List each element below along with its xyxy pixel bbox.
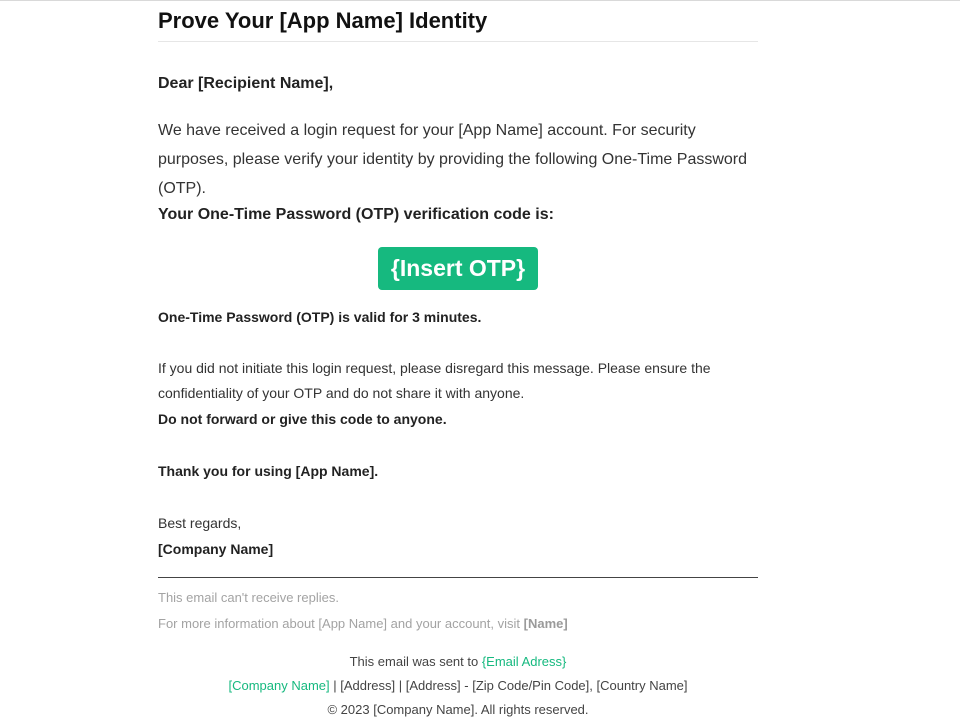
sent-to-line: This email was sent to {Email Adress} [158,654,758,669]
otp-validity-note: One-Time Password (OTP) is valid for 3 m… [158,309,482,325]
copyright-line: © 2023 [Company Name]. All rights reserv… [327,702,589,717]
company-address-line: [Company Name] | [Address] | [Address] -… [158,678,758,693]
company-name-link[interactable]: [Company Name] [228,678,329,693]
intro-paragraph: We have received a login request for you… [158,122,748,197]
recipient-email-link[interactable]: {Email Adress} [482,654,567,669]
more-info-link[interactable]: [Name] [524,616,568,631]
footer-divider [158,577,758,578]
more-info-line: For more information about [App Name] an… [158,616,568,631]
thanks-line: Thank you for using [App Name]. [158,463,379,479]
company-signature: [Company Name] [158,541,274,557]
address-text: | [Address] | [Address] - [Zip Code/Pin … [329,678,688,693]
no-reply-note: This email can't receive replies. [158,590,339,605]
top-border [0,0,960,1]
greeting: Dear [Recipient Name], [158,75,334,92]
email-title: Prove Your [App Name] Identity [158,8,488,33]
title-divider [158,41,758,42]
more-info-text: For more information about [App Name] an… [158,616,524,631]
otp-code-label: Your One-Time Password (OTP) verificatio… [158,206,554,223]
otp-code-box[interactable]: {Insert OTP} [378,247,538,290]
disclaimer-paragraph: If you did not initiate this login reque… [158,360,711,401]
no-forward-warning: Do not forward or give this code to anyo… [158,411,447,427]
regards-line: Best regards, [158,515,242,531]
sent-to-text: This email was sent to [349,654,482,669]
